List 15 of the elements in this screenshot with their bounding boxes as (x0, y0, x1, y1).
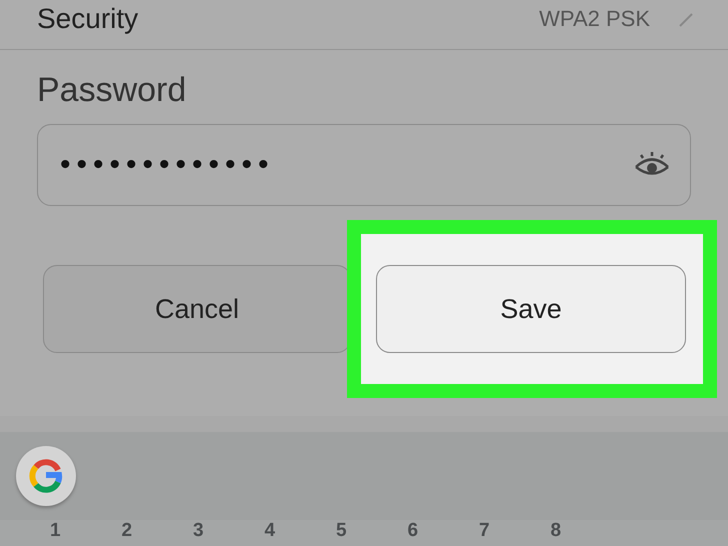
number-key[interactable]: 3 (193, 520, 264, 542)
number-key[interactable]: 2 (122, 520, 193, 542)
password-label: Password (37, 70, 188, 110)
number-key[interactable]: 8 (550, 520, 622, 542)
password-field[interactable]: ••••••••••••• (37, 124, 691, 206)
google-icon (28, 458, 64, 494)
dialog-button[interactable]: Save (376, 265, 686, 353)
number-key[interactable]: 5 (336, 520, 408, 542)
number-key[interactable]: 6 (408, 520, 479, 542)
security-value: WPA2 PSK (539, 6, 650, 32)
security-label: Security (37, 2, 138, 36)
number-key[interactable]: 4 (264, 520, 336, 542)
number-key[interactable]: 1 (50, 520, 122, 542)
number-key[interactable]: 7 (479, 520, 550, 542)
google-button[interactable] (16, 446, 76, 506)
